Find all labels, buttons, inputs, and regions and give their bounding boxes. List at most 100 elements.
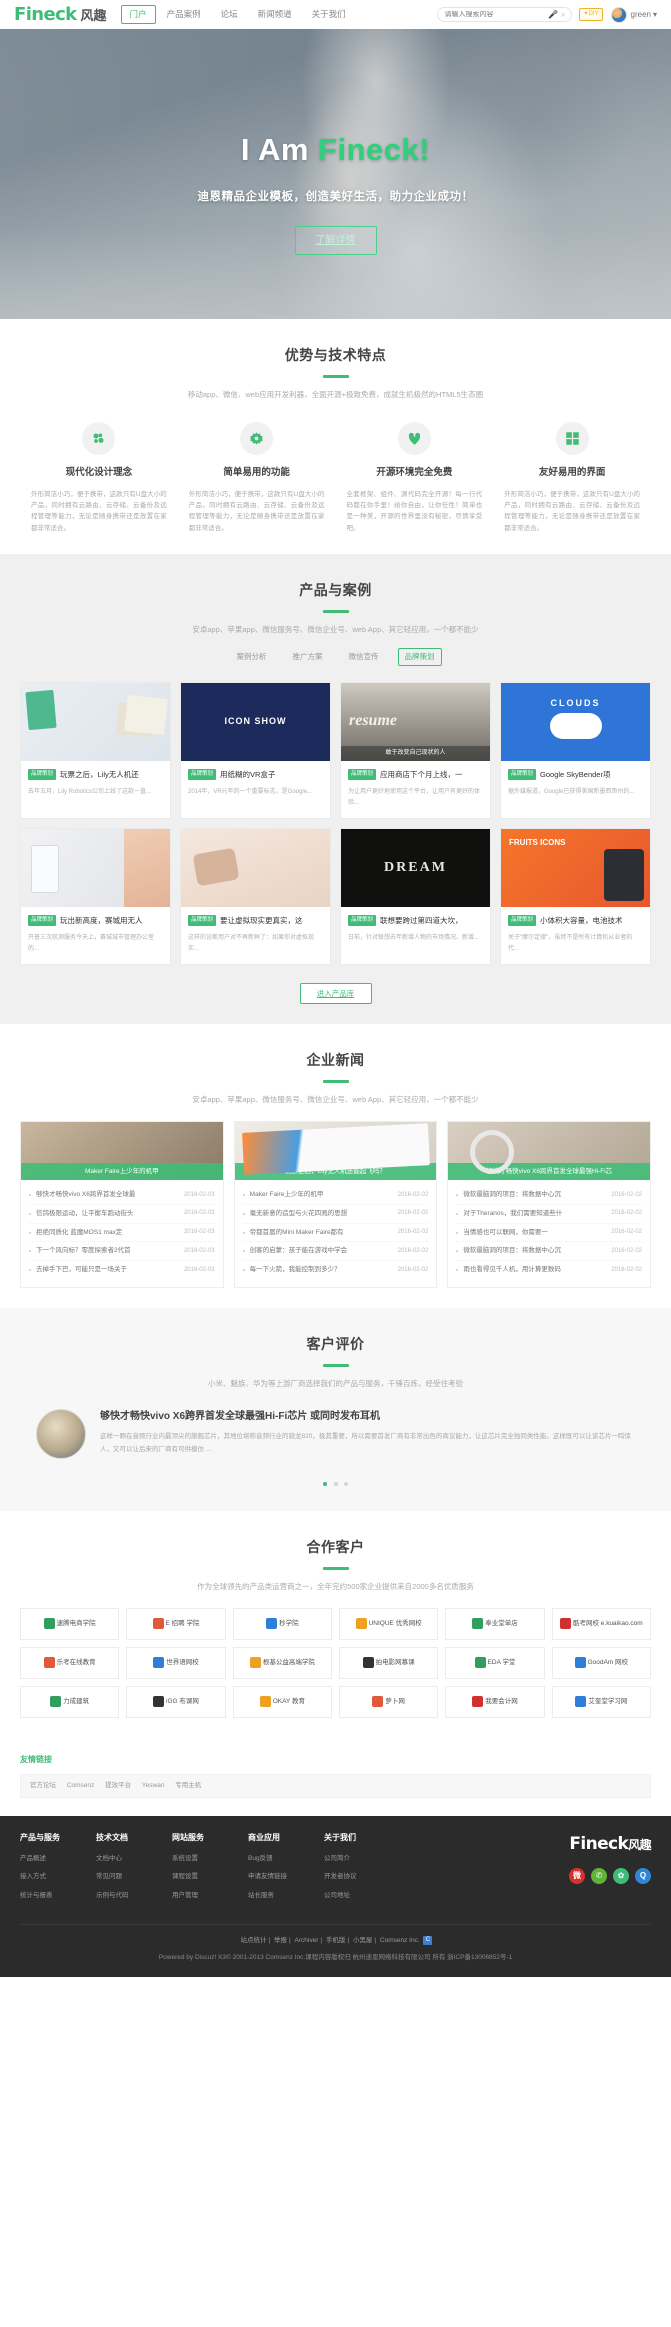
- news-card[interactable]: 跳票之后，Lily无人机还能起飞吗？ Maker Faire上少年的机甲 2016…: [233, 1121, 438, 1288]
- client-logo[interactable]: OKAY 教育: [232, 1685, 332, 1718]
- footer-link[interactable]: 申请友情链接: [248, 1872, 324, 1882]
- nav-item-products[interactable]: 产品案例: [158, 5, 210, 24]
- footer-bottom-link[interactable]: 小黑屋: [353, 1937, 373, 1944]
- client-logo[interactable]: 速腾电商学院: [20, 1607, 120, 1640]
- product-card[interactable]: DREAM 品牌策划 联想要跨过第四道大坎， 日前，针对联想去年新增人物的市场情况、…: [340, 827, 491, 965]
- footer-link[interactable]: 公司地址: [324, 1891, 400, 1901]
- tab-promotion-plan[interactable]: 推广方案: [286, 648, 330, 665]
- search-input[interactable]: [444, 11, 546, 18]
- feature-item[interactable]: 友好易用的界面 外形简洁小巧，便于携带，这款只有U盘大小的产品，同时拥有云路由、…: [493, 422, 651, 534]
- footer-link[interactable]: 站长服务: [248, 1891, 324, 1901]
- search-box[interactable]: 🎤 ⌕: [437, 7, 573, 22]
- product-card[interactable]: 品牌策划 玩出新高度，赛城用无人 开普三次航测服务今天上，赛城城市管理办公室的...: [20, 827, 171, 965]
- client-logo[interactable]: 根基公益高端学院: [232, 1646, 332, 1679]
- wechat-icon[interactable]: ✆: [591, 1868, 607, 1885]
- diy-button[interactable]: ✦DIY: [579, 8, 603, 21]
- tab-wechat-promo[interactable]: 微信宣传: [342, 648, 386, 665]
- footer-link[interactable]: 公司简介: [324, 1854, 400, 1864]
- list-item[interactable]: 当情感也可以联网，你需要一 2016-02-02: [456, 1224, 642, 1243]
- footer-link[interactable]: Bug反馈: [248, 1854, 324, 1864]
- product-card[interactable]: 品牌策划 玩票之后，Lily无人机还 去年五月，Lily Robotics公司上线了…: [20, 681, 171, 819]
- footer-bottom-link[interactable]: 手机版: [326, 1937, 346, 1944]
- news-card[interactable]: Maker Faire上少年的机甲 够快才畅快vivo X6跨界首发全球最 201…: [20, 1121, 224, 1288]
- avatar[interactable]: [610, 6, 627, 23]
- username-label[interactable]: green: [631, 9, 651, 21]
- client-logo[interactable]: 我要会计网: [445, 1685, 545, 1718]
- qq-icon[interactable]: Q: [635, 1868, 651, 1885]
- list-item[interactable]: 微软最脑洞的项目：将数据中心沉 2016-02-02: [456, 1186, 642, 1205]
- list-item[interactable]: 创客的启蒙：孩子能在游戏中学会 2016-02-02: [242, 1242, 429, 1262]
- footer-link[interactable]: 示例与代码: [96, 1891, 172, 1901]
- product-card[interactable]: ICON SHOW 品牌策划 用纸糊的VR盒子 2014年，VR元年的一个重要标志，…: [180, 681, 331, 819]
- footer-link[interactable]: 课程设置: [172, 1872, 248, 1882]
- comsenz-badge-icon[interactable]: C: [423, 1935, 433, 1945]
- footer-bottom-link[interactable]: Comsenz Inc.: [380, 1937, 420, 1944]
- list-item[interactable]: Maker Faire上少年的机甲 2016-02-02: [242, 1186, 429, 1205]
- client-logo[interactable]: 酷考网校 e.kuaikao.com: [551, 1607, 651, 1640]
- client-logo[interactable]: UNIQUE 优秀网校: [339, 1607, 439, 1640]
- microphone-icon[interactable]: 🎤: [548, 9, 558, 21]
- list-item[interactable]: 信鸽极限运动，让平衡车跑动街头 2016-02-03: [29, 1205, 215, 1224]
- client-logo[interactable]: 萝卜网: [339, 1685, 439, 1718]
- list-item[interactable]: 帝都首届的Mini Maker Faire都有 2016-02-02: [242, 1224, 429, 1243]
- footer-link[interactable]: 用户管理: [172, 1891, 248, 1901]
- client-logo[interactable]: GoodAm 网校: [551, 1646, 651, 1679]
- list-item[interactable]: 下一个风向标？零度探索者2代首 2016-02-03: [29, 1242, 215, 1262]
- feature-item[interactable]: 现代化设计理念 外形简洁小巧，便于携带，这款只有U盘大小的产品，同时拥有云路由、…: [20, 422, 178, 534]
- footer-link[interactable]: 统计与报表: [20, 1891, 96, 1901]
- feature-item[interactable]: 简单易用的功能 外形简洁小巧，便于携带，这款只有U盘大小的产品，同时拥有云路由、…: [178, 422, 336, 534]
- enter-product-library-button[interactable]: 进入产品库: [299, 982, 372, 1004]
- client-logo[interactable]: 艾奎堂学习网: [551, 1685, 651, 1718]
- friendly-link[interactable]: 官方论坛: [30, 1782, 56, 1789]
- product-card[interactable]: FRUITS ICONS 品牌策划 小体积大容量，电池技术 关于"摩尔定律"，虽然不…: [500, 827, 651, 965]
- nav-item-about[interactable]: 关于我们: [303, 5, 355, 24]
- client-logo[interactable]: E 招聘 学院: [126, 1607, 226, 1640]
- nav-item-forum[interactable]: 论坛: [212, 5, 247, 24]
- chevron-down-icon[interactable]: ▾: [653, 9, 657, 21]
- list-item[interactable]: 去掉手下巴，可能只是一场关于 2016-02-03: [29, 1261, 215, 1279]
- client-logo[interactable]: EDA 学堂: [445, 1646, 545, 1679]
- footer-link[interactable]: 接入方式: [20, 1872, 96, 1882]
- nav-item-news[interactable]: 新闻频道: [249, 5, 301, 24]
- carousel-dot[interactable]: [333, 1482, 338, 1487]
- search-icon[interactable]: ⌕: [561, 9, 565, 21]
- footer-bottom-link[interactable]: 站点统计: [241, 1937, 267, 1944]
- client-logo[interactable]: 乐考在线教育: [20, 1646, 120, 1679]
- nav-item-portal[interactable]: 门户: [120, 5, 156, 24]
- client-logo[interactable]: 世界语网校: [126, 1646, 226, 1679]
- list-item[interactable]: 每一下火箭，我能控制到多少？ 2016-02-02: [242, 1261, 428, 1279]
- footer-link[interactable]: 文档中心: [96, 1854, 172, 1864]
- list-item[interactable]: 微软最脑洞的项目：将数据中心沉 2016-02-02: [456, 1242, 642, 1262]
- weibo-icon[interactable]: 微: [569, 1868, 585, 1885]
- list-item[interactable]: 拒绝同质化 蓝魔MOS1 max定 2016-02-03: [29, 1224, 215, 1243]
- friendly-link[interactable]: Yeswan: [142, 1782, 165, 1789]
- friendly-link[interactable]: 提效平台: [105, 1782, 131, 1789]
- site-logo[interactable]: Fineck 风趣: [14, 1, 107, 28]
- list-item[interactable]: 对于Theranos，我们需要知道些什 2016-02-02: [456, 1205, 642, 1224]
- product-card[interactable]: 品牌策划 要让虚拟现实更真实，这 这样的论断用户对不再新鲜了：如果你对虚拟现实...: [180, 827, 331, 965]
- footer-link[interactable]: 开发者协议: [324, 1872, 400, 1882]
- footer-link[interactable]: 系统设置: [172, 1854, 248, 1864]
- footer-link[interactable]: 常见问题: [96, 1872, 172, 1882]
- client-logo[interactable]: 拍电影网慕课: [339, 1646, 439, 1679]
- list-item[interactable]: 雨也看得见千人机，用计算更数码 2016-02-02: [456, 1261, 642, 1279]
- footer-link[interactable]: 产品概述: [20, 1854, 96, 1864]
- friendly-link[interactable]: Comsenz: [67, 1782, 94, 1789]
- feature-item[interactable]: 开源环境完全免费 全套框架、组件、源代码完全开源！每一行代码都在你手里！给你自由…: [336, 422, 494, 534]
- qzone-icon[interactable]: ✿: [613, 1868, 629, 1885]
- client-logo[interactable]: iGG 布课网: [126, 1685, 226, 1718]
- tab-brand-planning[interactable]: 品牌策划: [397, 648, 442, 666]
- list-item[interactable]: 毫无新意的造型与火花四溅的思想 2016-02-02: [242, 1205, 429, 1224]
- list-item[interactable]: 够快才畅快vivo X6跨界首发全球最 2016-02-03: [29, 1186, 215, 1205]
- client-logo[interactable]: 力成建筑: [20, 1685, 120, 1718]
- footer-bottom-link[interactable]: Archiver: [295, 1937, 319, 1944]
- testimonial-item[interactable]: 够快才畅快vivo X6跨界首发全球最强Hi-Fi芯片 或同时发布耳机 这样一颗…: [20, 1409, 651, 1460]
- client-logo[interactable]: 秒学院: [232, 1607, 332, 1640]
- product-card[interactable]: CLOUDS 品牌策划 Google SkyBender项 据外媒报道，Google…: [500, 681, 651, 819]
- client-logo[interactable]: 奉业堂单店: [445, 1607, 545, 1640]
- product-card[interactable]: resume 敢于改变自己现状的人 品牌策划 应用商店下个月上线，一 为让用户更好地使…: [340, 681, 491, 819]
- footer-bottom-link[interactable]: 举报: [274, 1937, 287, 1944]
- tab-case-analysis[interactable]: 案例分析: [230, 648, 274, 665]
- carousel-dot[interactable]: [322, 1482, 327, 1487]
- news-card[interactable]: 够快才畅快vivo X6跨界首发全球最强Hi-Fi芯 微软最脑洞的项目：将数据中…: [447, 1121, 651, 1288]
